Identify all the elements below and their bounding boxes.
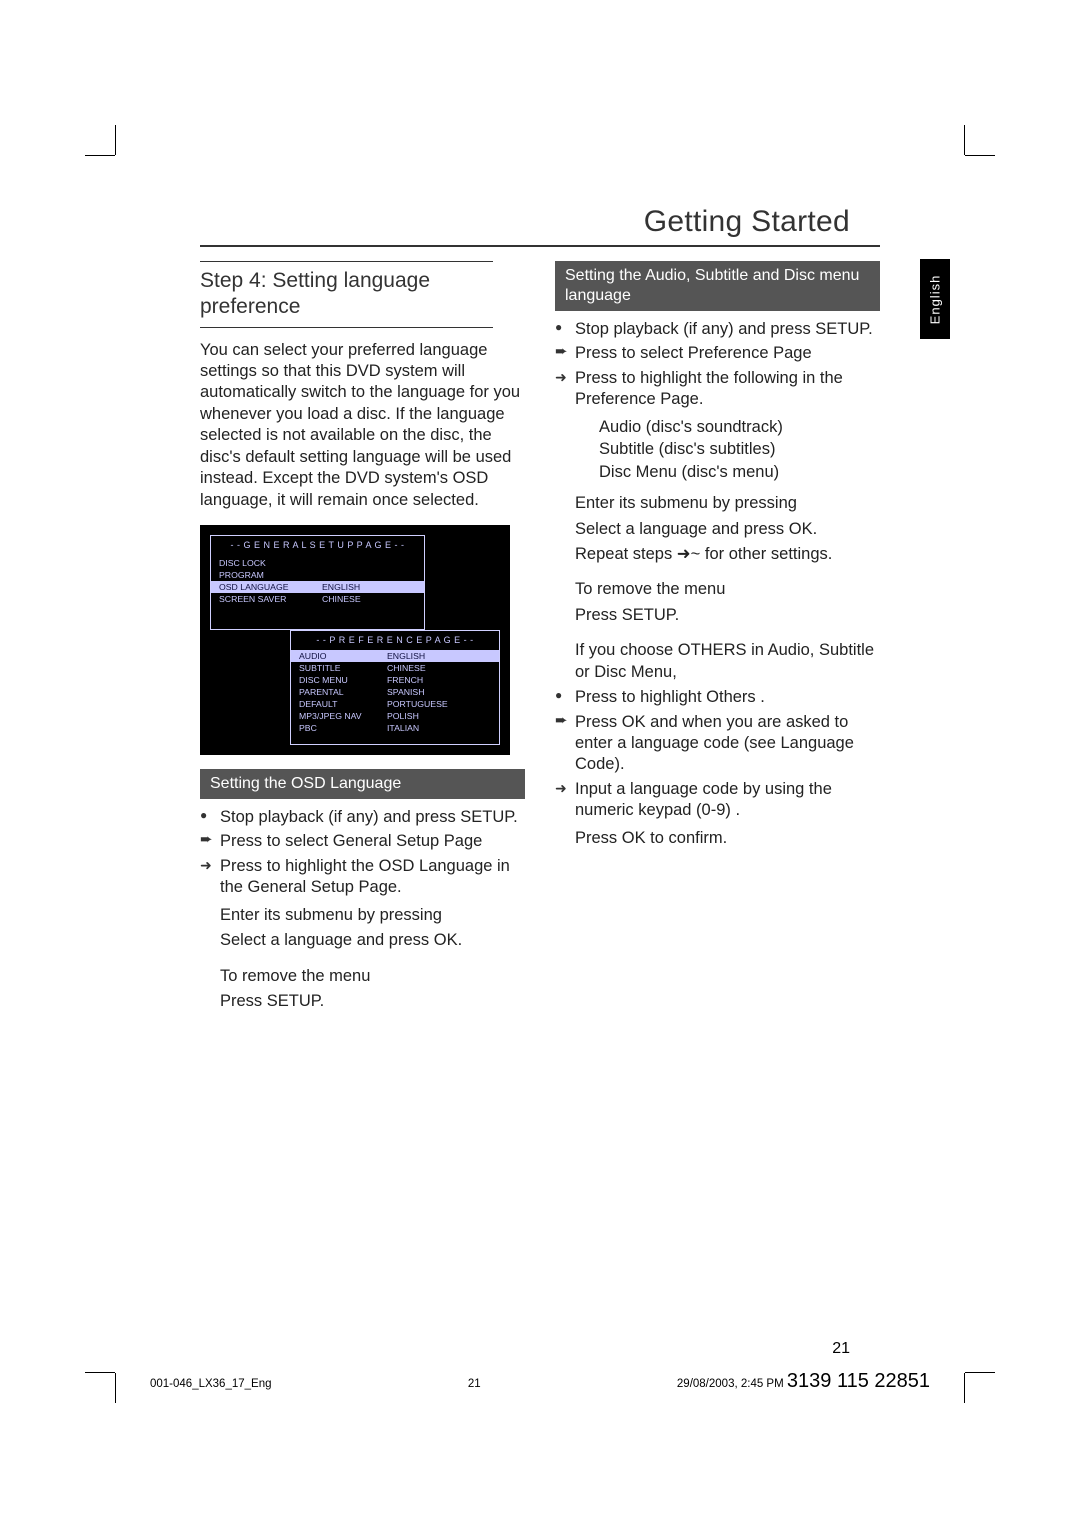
step-item: Enter its submenu by pressing bbox=[575, 493, 880, 514]
osd-cell: POLISH bbox=[379, 710, 499, 722]
footer-file: 001-046_LX36_17_Eng bbox=[150, 1378, 272, 1390]
step-heading: Step 4: Setting language preference bbox=[200, 268, 493, 321]
step-item: Stop playback (if any) and press SETUP. bbox=[200, 807, 525, 828]
osd-cell: DISC LOCK bbox=[211, 557, 314, 569]
osd-cell: OSD LANGUAGE bbox=[211, 581, 314, 593]
footer-folio: 21 bbox=[468, 1378, 481, 1390]
crop-mark bbox=[115, 155, 145, 185]
others-steps: Press to highlight Others . Press OK and… bbox=[555, 687, 880, 822]
osd-cell: PARENTAL bbox=[291, 686, 379, 698]
osd-cell: MP3/JPEG NAV bbox=[291, 710, 379, 722]
step-item: Press to highlight Others . bbox=[555, 687, 880, 708]
osd-cell: SPANISH bbox=[379, 686, 499, 698]
subhead-audio-subtitle: Setting the Audio, Subtitle and Disc men… bbox=[555, 261, 880, 311]
footer-timestamp: 29/08/2003, 2:45 PM bbox=[677, 1378, 784, 1390]
osd-cell: ITALIAN bbox=[379, 722, 499, 734]
step-note: Press SETUP. bbox=[220, 991, 525, 1012]
osd-cell: FRENCH bbox=[379, 674, 499, 686]
language-tab: English bbox=[920, 259, 950, 339]
others-note: If you choose OTHERS in Audio, Subtitle … bbox=[575, 640, 880, 683]
footer-row: 001-046_LX36_17_Eng 21 29/08/2003, 2:45 … bbox=[150, 1370, 930, 1393]
osd-cell: DEFAULT bbox=[291, 698, 379, 710]
osd-cell: ENGLISH bbox=[314, 581, 424, 593]
step-item: Enter its submenu by pressing bbox=[220, 905, 525, 926]
osd-title: - - P R E F E R E N C E P A G E - - bbox=[291, 631, 499, 650]
step-item: Press to select Preference Page bbox=[555, 343, 880, 364]
osd-cell: PORTUGUESE bbox=[379, 698, 499, 710]
osd-cell bbox=[314, 569, 424, 581]
step-item: Stop playback (if any) and press SETUP. bbox=[555, 319, 880, 340]
left-column: Step 4: Setting language preference You … bbox=[200, 261, 525, 1017]
osd-cell: SCREEN SAVER bbox=[211, 593, 314, 605]
step-item: Press to highlight the following in the … bbox=[555, 368, 880, 411]
preference-indent-list: Audio (disc's soundtrack) Subtitle (disc… bbox=[599, 417, 880, 483]
osd-language-steps: Stop playback (if any) and press SETUP. … bbox=[200, 807, 525, 899]
step-item: Input a language code by using the numer… bbox=[555, 779, 880, 822]
chapter-title: Getting Started bbox=[200, 205, 880, 247]
intro-paragraph: You can select your preferred language s… bbox=[200, 340, 525, 512]
step-item: Press OK and when you are asked to enter… bbox=[555, 712, 880, 776]
osd-cell bbox=[314, 557, 424, 569]
step-item: Press OK to confirm. bbox=[575, 828, 880, 849]
step-item: Select a language and press OK. bbox=[575, 519, 880, 540]
step-note: To remove the menu bbox=[220, 966, 525, 987]
page-number: 21 bbox=[832, 1340, 850, 1358]
indent-item: Disc Menu (disc's menu) bbox=[599, 462, 880, 483]
osd-cell: PBC bbox=[291, 722, 379, 734]
step-item: Repeat steps ➜~ for other settings. bbox=[575, 544, 880, 565]
osd-cell: DISC MENU bbox=[291, 674, 379, 686]
right-column: Setting the Audio, Subtitle and Disc men… bbox=[555, 261, 880, 1017]
step-item: Press to highlight the OSD Language in t… bbox=[200, 856, 525, 899]
osd-preference: - - P R E F E R E N C E P A G E - - AUDI… bbox=[290, 630, 500, 745]
step-item: Select a language and press OK. bbox=[220, 930, 525, 951]
audio-subtitle-steps: Stop playback (if any) and press SETUP. … bbox=[555, 319, 880, 411]
osd-screenshot: - - G E N E R A L S E T U P P A G E - - … bbox=[200, 525, 510, 755]
osd-cell: CHINESE bbox=[379, 662, 499, 674]
osd-title: - - G E N E R A L S E T U P P A G E - - bbox=[211, 536, 424, 555]
columns: Step 4: Setting language preference You … bbox=[200, 261, 880, 1017]
step-note: Press SETUP. bbox=[575, 605, 880, 626]
footer-partno: 3139 115 22851 bbox=[787, 1370, 930, 1392]
osd-cell: AUDIO bbox=[291, 650, 379, 662]
osd-cell: PROGRAM bbox=[211, 569, 314, 581]
crop-mark bbox=[935, 1343, 965, 1373]
page-content: Getting Started Step 4: Setting language… bbox=[200, 205, 880, 1368]
step-item: Press to select General Setup Page bbox=[200, 831, 525, 852]
subhead-osd-language: Setting the OSD Language bbox=[200, 769, 525, 799]
step-note: To remove the menu bbox=[575, 579, 880, 600]
step-heading-wrap: Step 4: Setting language preference bbox=[200, 261, 493, 328]
indent-item: Audio (disc's soundtrack) bbox=[599, 417, 880, 438]
crop-mark bbox=[935, 155, 965, 185]
osd-general-setup: - - G E N E R A L S E T U P P A G E - - … bbox=[210, 535, 425, 630]
crop-mark bbox=[115, 1343, 145, 1373]
osd-cell: CHINESE bbox=[314, 593, 424, 605]
indent-item: Subtitle (disc's subtitles) bbox=[599, 439, 880, 460]
language-tab-label: English bbox=[928, 274, 943, 324]
osd-cell: ENGLISH bbox=[379, 650, 499, 662]
osd-cell: SUBTITLE bbox=[291, 662, 379, 674]
manual-page: English Getting Started Step 4: Setting … bbox=[0, 0, 1080, 1528]
